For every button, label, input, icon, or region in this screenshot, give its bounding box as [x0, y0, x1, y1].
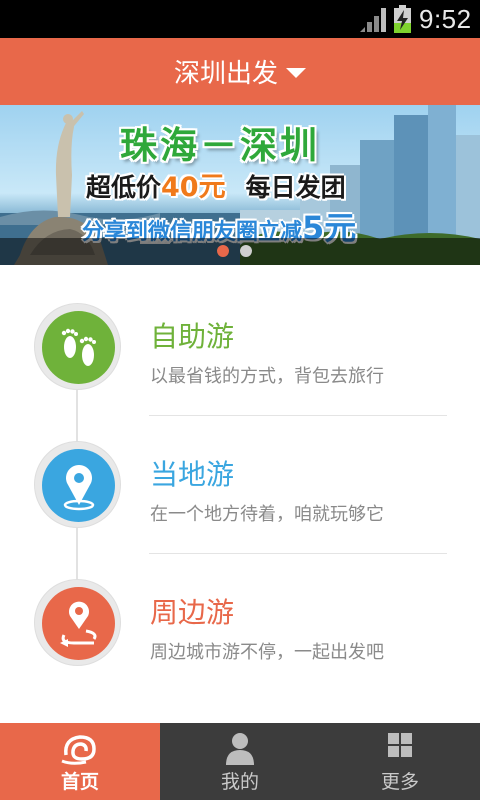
footprints-icon [61, 328, 96, 366]
menu-item-self-guided[interactable]: 自助游 以最省钱的方式，背包去旅行 [0, 265, 480, 403]
banner-headline: 珠海－深圳 [120, 124, 320, 167]
tab-label: 我的 [220, 771, 259, 793]
bottom-tab-bar: 首页 我的 更多 [0, 723, 480, 800]
promo-banner[interactable]: 珠海－深圳 超低价40元 每日发团 分享到微信朋友圈立减5元 [0, 105, 480, 265]
menu-icon-circle [42, 311, 115, 384]
departure-city-label: 深圳出发 [173, 59, 278, 89]
status-bar: 9:52 [0, 0, 480, 38]
travel-type-menu: 自助游 以最省钱的方式，背包去旅行 当地游 在一个地方待着，咱就玩够它 周边游 … [0, 265, 480, 723]
status-time: 9:52 [419, 4, 472, 34]
departure-city-selector[interactable]: 深圳出发 [0, 38, 480, 105]
menu-item-title: 当地游 [150, 458, 235, 491]
menu-item-desc: 周边城市游不停，一起出发吧 [150, 642, 384, 663]
location-pin-icon [63, 464, 94, 510]
banner-price-value: 40元 [161, 172, 226, 203]
signal-icon [360, 8, 386, 32]
menu-item-local[interactable]: 当地游 在一个地方待着，咱就玩够它 [0, 403, 480, 541]
app-header: 深圳出发 [0, 38, 480, 105]
menu-item-title: 自助游 [150, 320, 235, 353]
menu-icon-ring [34, 303, 121, 390]
banner-price-prefix: 超低价 [86, 173, 162, 202]
menu-icon-ring [34, 579, 121, 666]
grid-icon [388, 733, 412, 757]
tab-home[interactable]: 首页 [0, 723, 160, 800]
banner-price-line: 超低价40元 每日发团 [86, 165, 346, 204]
page-indicator-dot-active[interactable] [217, 245, 229, 257]
menu-item-nearby[interactable]: 周边游 周边城市游不停，一起出发吧 [0, 541, 480, 679]
menu-icon-circle [42, 449, 115, 522]
tab-label: 更多 [380, 771, 419, 793]
tab-mine[interactable]: 我的 [160, 723, 320, 800]
user-icon [226, 733, 254, 765]
home-logo-icon [61, 735, 96, 765]
menu-icon-ring [34, 441, 121, 528]
tab-label: 首页 [60, 771, 99, 793]
menu-item-desc: 以最省钱的方式，背包去旅行 [150, 366, 384, 387]
chevron-down-icon [286, 67, 306, 78]
menu-icon-circle [42, 587, 115, 660]
menu-item-desc: 在一个地方待着，咱就玩够它 [150, 504, 384, 525]
route-pin-icon [59, 601, 96, 647]
menu-item-title: 周边游 [150, 596, 235, 629]
page-indicator-dot[interactable] [240, 245, 252, 257]
banner-price-suffix: 每日发团 [245, 173, 346, 202]
tab-more[interactable]: 更多 [320, 723, 480, 800]
battery-charging-icon [394, 5, 411, 33]
